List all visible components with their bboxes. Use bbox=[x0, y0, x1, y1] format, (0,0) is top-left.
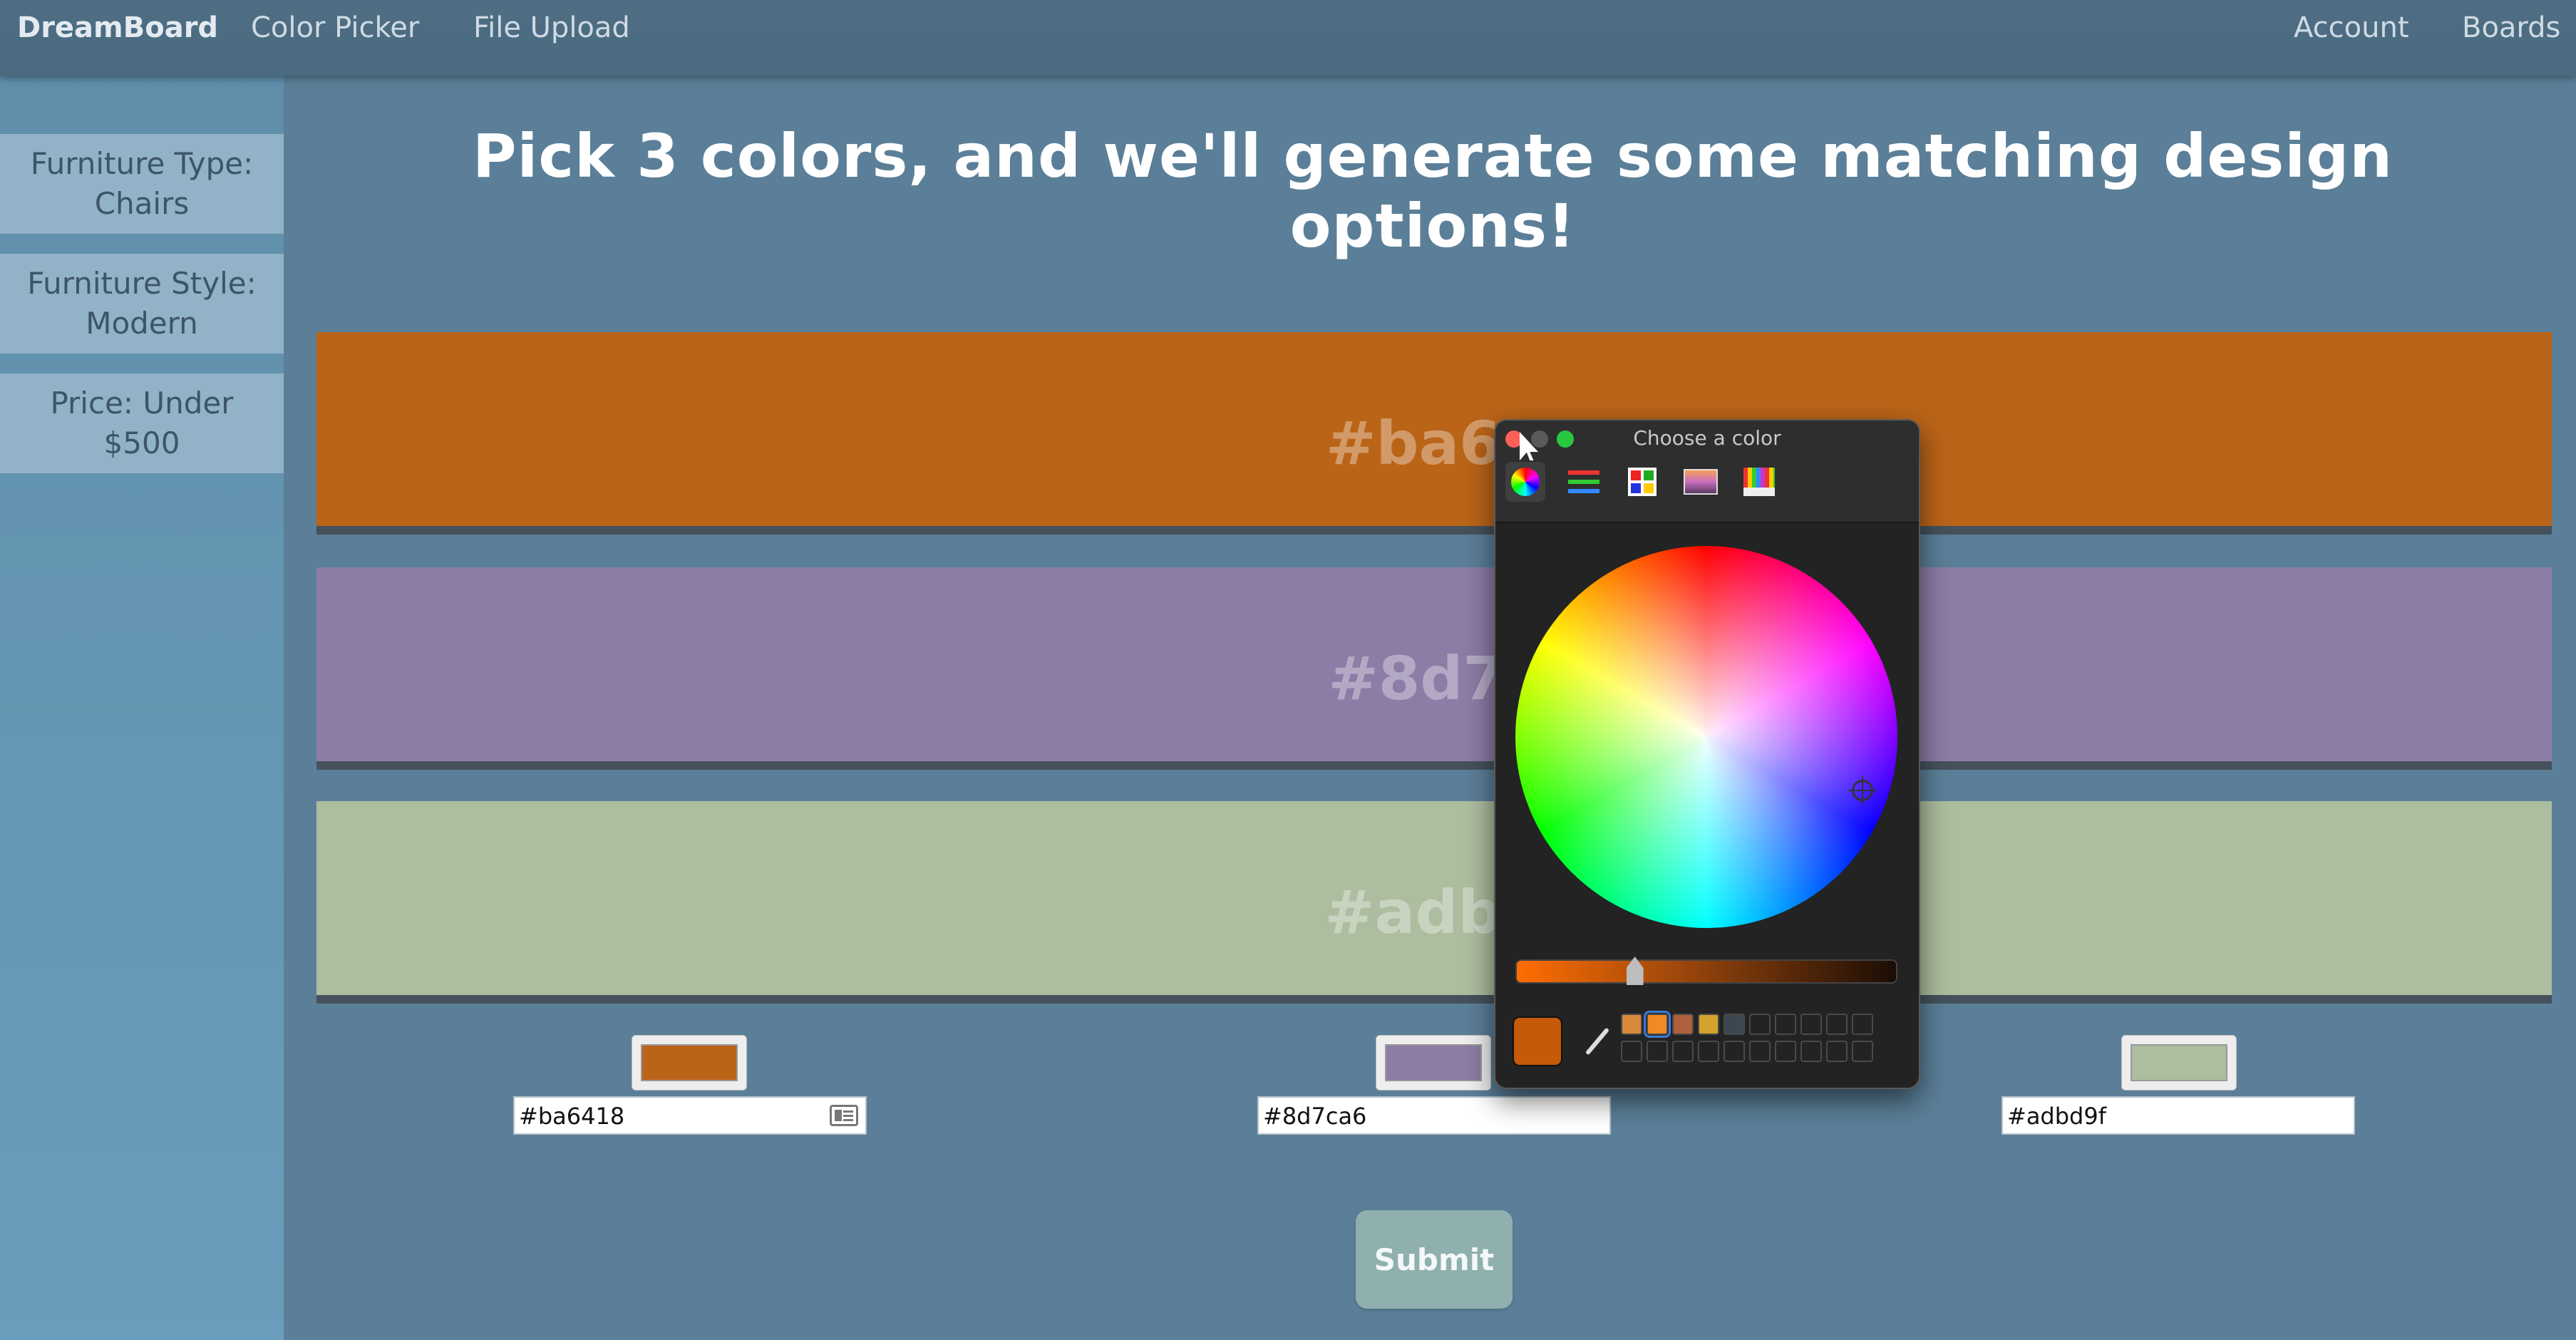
image-glyph bbox=[1684, 469, 1718, 495]
palette-cell bbox=[1644, 470, 1654, 480]
slider-bar-red bbox=[1568, 470, 1599, 475]
filter-furniture-style[interactable]: Furniture Style: Modern bbox=[0, 254, 284, 354]
eyedropper-icon[interactable] bbox=[1582, 1024, 1611, 1059]
pencils-icon[interactable] bbox=[1739, 462, 1779, 502]
brightness-slider[interactable] bbox=[1515, 957, 1897, 985]
saved-color-slot[interactable] bbox=[1749, 1041, 1771, 1062]
nav-link-color-picker[interactable]: Color Picker bbox=[251, 11, 419, 44]
hex-input-value: #adbd9f bbox=[2007, 1103, 2106, 1130]
hex-input-1[interactable]: #ba6418 bbox=[513, 1096, 867, 1135]
filter-sidebar: Furniture Type: Chairs Furniture Style: Mo… bbox=[0, 76, 284, 1340]
saved-color-slot[interactable] bbox=[1749, 1014, 1771, 1035]
palette-cell bbox=[1631, 483, 1641, 493]
saved-color-slot[interactable] bbox=[1775, 1041, 1796, 1062]
submit-button[interactable]: Submit bbox=[1356, 1210, 1513, 1309]
saved-color-slot[interactable] bbox=[1644, 1011, 1671, 1038]
brand-logo[interactable]: DreamBoard bbox=[17, 11, 218, 44]
saved-color-slot[interactable] bbox=[1647, 1041, 1668, 1062]
filter-value: $500 bbox=[103, 426, 180, 460]
color-wheel[interactable] bbox=[1515, 546, 1897, 928]
filter-value: Modern bbox=[86, 306, 198, 341]
saved-color-slot[interactable] bbox=[1672, 1041, 1694, 1062]
color-band-2: #8d7c bbox=[316, 567, 2552, 770]
filter-label: Furniture Style: bbox=[27, 266, 257, 301]
saved-color-slot[interactable] bbox=[1852, 1041, 1873, 1062]
swatch-fill bbox=[2131, 1044, 2227, 1081]
pencils-base bbox=[1743, 488, 1775, 496]
filter-price[interactable]: Price: Under $500 bbox=[0, 373, 284, 473]
color-band-3: #adbd bbox=[316, 801, 2552, 1004]
slider-bar-green bbox=[1568, 480, 1599, 484]
swatch-fill bbox=[641, 1044, 738, 1081]
sliders-icon[interactable] bbox=[1564, 462, 1604, 502]
saved-color-slot[interactable] bbox=[1826, 1041, 1848, 1062]
palette-cell bbox=[1644, 483, 1654, 493]
palette-cell bbox=[1631, 470, 1641, 480]
image-palettes-icon[interactable] bbox=[1681, 462, 1721, 502]
color-picker-panel: Choose a color bbox=[1494, 419, 1920, 1089]
filter-value: Chairs bbox=[94, 186, 190, 221]
saved-color-slot[interactable] bbox=[1724, 1014, 1745, 1035]
saved-color-slot[interactable] bbox=[1672, 1014, 1694, 1035]
saved-color-slot[interactable] bbox=[1775, 1014, 1796, 1035]
filter-label: Price: Under bbox=[50, 386, 234, 421]
picker-titlebar: Choose a color bbox=[1495, 421, 1919, 523]
autofill-contact-icon[interactable] bbox=[830, 1105, 858, 1126]
color-wheel-icon[interactable] bbox=[1505, 462, 1545, 502]
saved-color-slot[interactable] bbox=[1621, 1014, 1642, 1035]
hex-input-3[interactable]: #adbd9f bbox=[2001, 1096, 2355, 1135]
saved-color-slot[interactable] bbox=[1724, 1041, 1745, 1062]
slider-bar-blue bbox=[1568, 489, 1599, 493]
color-swatch-button-2[interactable] bbox=[1376, 1035, 1491, 1091]
palettes-icon[interactable] bbox=[1622, 462, 1662, 502]
filter-furniture-type[interactable]: Furniture Type: Chairs bbox=[0, 134, 284, 234]
hex-input-value: #ba6418 bbox=[519, 1103, 625, 1130]
top-nav: DreamBoard Color Picker File Upload Acco… bbox=[0, 0, 2576, 76]
filter-label: Furniture Type: bbox=[30, 146, 254, 181]
hex-input-value: #8d7ca6 bbox=[1263, 1103, 1367, 1130]
page-title: Pick 3 colors, and we'll generate some m… bbox=[472, 121, 2394, 261]
saved-color-slots bbox=[1621, 1011, 1892, 1072]
saved-color-slot[interactable] bbox=[1852, 1014, 1873, 1035]
nav-link-file-upload[interactable]: File Upload bbox=[473, 11, 630, 44]
saved-color-slot[interactable] bbox=[1698, 1041, 1719, 1062]
saved-color-slot[interactable] bbox=[1826, 1014, 1848, 1035]
picker-title: Choose a color bbox=[1633, 426, 1781, 450]
swatch-fill bbox=[1385, 1044, 1482, 1081]
saved-color-slot[interactable] bbox=[1621, 1041, 1642, 1062]
crosshair-icon[interactable] bbox=[1848, 776, 1877, 805]
current-color-well[interactable] bbox=[1513, 1016, 1562, 1066]
saved-color-slot[interactable] bbox=[1800, 1041, 1822, 1062]
palette-grid bbox=[1628, 468, 1657, 496]
saved-color-slot[interactable] bbox=[1698, 1014, 1719, 1035]
nav-link-boards[interactable]: Boards bbox=[2462, 11, 2560, 44]
nav-link-account[interactable]: Account bbox=[2294, 11, 2409, 44]
color-swatch-button-1[interactable] bbox=[632, 1035, 747, 1091]
hex-input-2[interactable]: #8d7ca6 bbox=[1257, 1096, 1611, 1135]
color-swatch-button-3[interactable] bbox=[2121, 1035, 2237, 1091]
saved-color-slot[interactable] bbox=[1800, 1014, 1822, 1035]
brightness-slider-knob[interactable] bbox=[1626, 957, 1644, 985]
color-band-1: #ba64 bbox=[316, 332, 2552, 535]
color-wheel-glyph bbox=[1511, 468, 1540, 496]
